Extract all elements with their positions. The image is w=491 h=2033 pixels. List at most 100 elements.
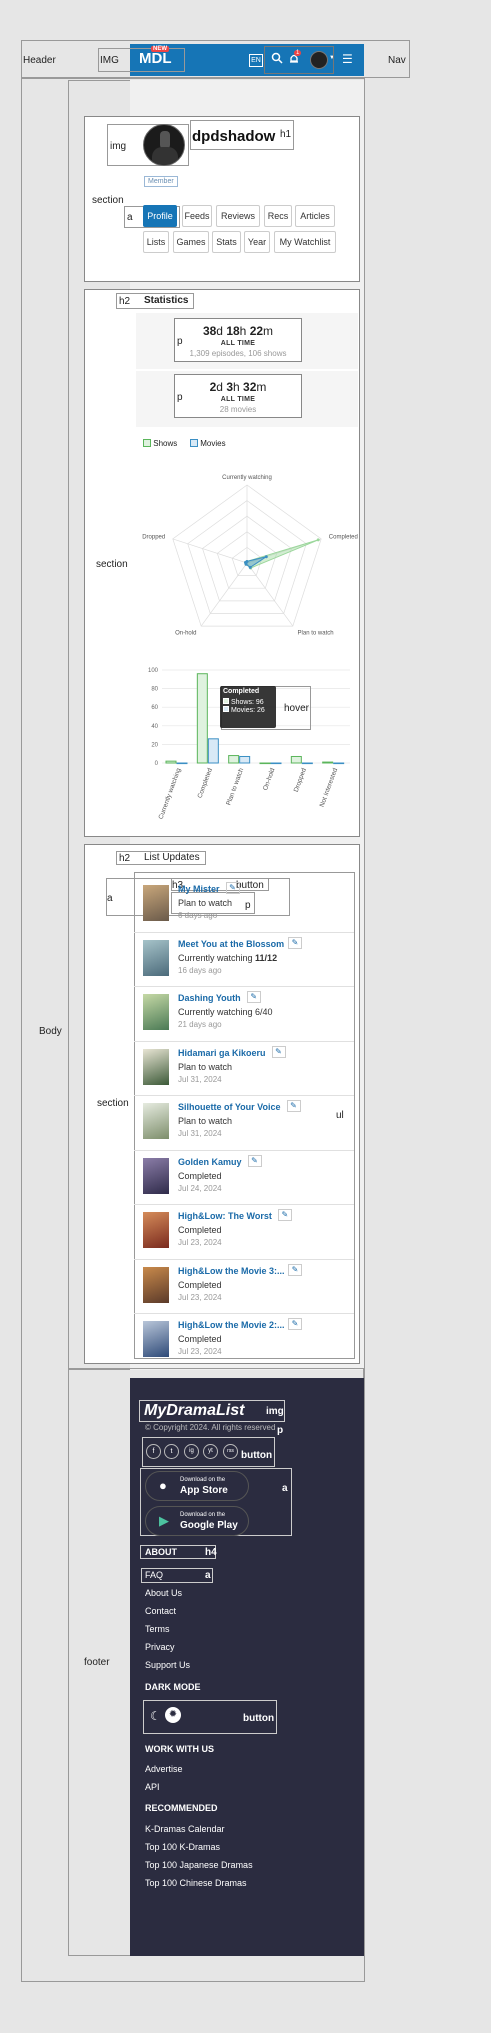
tab-year[interactable]: Year <box>244 231 270 253</box>
sun-toggle-icon[interactable]: ✹ <box>165 1707 181 1723</box>
youtube-icon[interactable]: yt <box>203 1444 218 1459</box>
language-button[interactable]: EN <box>249 54 263 67</box>
poster-thumbnail[interactable] <box>143 885 169 921</box>
list-item[interactable]: High&Low the Movie 3:... ✎ Completed Jul 23… <box>140 1262 352 1312</box>
p-label-shows: p <box>177 336 183 347</box>
item-status: Plan to watch <box>178 898 232 908</box>
list-item[interactable]: High&Low: The Worst ✎ Completed Jul 23, 202… <box>140 1207 352 1257</box>
item-title-link[interactable]: Golden Kamuy <box>178 1157 242 1167</box>
footer-link-top100-kdramas[interactable]: Top 100 K-Dramas <box>145 1842 220 1852</box>
list-item[interactable]: My Mister ✎ Plan to watch 6 days ago <box>140 880 352 930</box>
poster-thumbnail[interactable] <box>143 1103 169 1139</box>
img-avatar-label: img <box>110 141 127 152</box>
radar-axis-label: Currently watching <box>222 475 272 481</box>
poster-thumbnail[interactable] <box>143 1049 169 1085</box>
edit-pencil-icon[interactable]: ✎ <box>288 1318 302 1330</box>
rss-icon[interactable]: rss <box>223 1444 238 1459</box>
edit-pencil-icon[interactable]: ✎ <box>286 1100 301 1112</box>
tab-profile[interactable]: Profile <box>143 205 177 227</box>
legend-shows[interactable]: Shows <box>143 439 177 448</box>
legend-movies[interactable]: Movies <box>190 439 226 448</box>
edit-pencil-icon[interactable]: ✎ <box>288 937 302 949</box>
footer-link-api[interactable]: API <box>145 1782 160 1792</box>
googleplay-big: Google Play <box>180 1520 238 1531</box>
poster-thumbnail[interactable] <box>143 940 169 976</box>
item-title-link[interactable]: Silhouette of Your Voice <box>178 1102 281 1112</box>
menu-icon[interactable]: ☰ <box>342 52 353 66</box>
edit-pencil-icon[interactable]: ✎ <box>246 991 261 1003</box>
list-item[interactable]: Dashing Youth ✎ Currently watching 6/40 21 … <box>140 989 352 1039</box>
footer-link-support-us[interactable]: Support Us <box>145 1660 190 1670</box>
shows-days: 38 <box>202 324 217 338</box>
edit-pencil-icon[interactable]: ✎ <box>247 1155 262 1167</box>
tab-stats[interactable]: Stats <box>212 231 241 253</box>
footer-link-top100-chinese[interactable]: Top 100 Chinese Dramas <box>145 1878 247 1888</box>
bar-shows-1 <box>196 673 208 764</box>
footer-link-contact[interactable]: Contact <box>145 1606 176 1616</box>
apple-icon: ● <box>159 1478 167 1493</box>
darkmode-heading: DARK MODE <box>145 1682 201 1692</box>
bar-ytick-label: 80 <box>151 687 158 693</box>
item-title-link[interactable]: Hidamari ga Kikoeru <box>178 1048 266 1058</box>
poster-thumbnail[interactable] <box>143 1212 169 1248</box>
poster-thumbnail[interactable] <box>143 1321 169 1357</box>
footer-link-kdramas-calendar[interactable]: K-Dramas Calendar <box>145 1824 225 1834</box>
h2-stats-label: h2 <box>119 296 131 307</box>
list-item[interactable]: Golden Kamuy ✎ Completed Jul 24, 2024 <box>140 1153 352 1203</box>
item-status: Plan to watch <box>178 1062 232 1072</box>
tab-games[interactable]: Games <box>173 231 209 253</box>
poster-thumbnail[interactable] <box>143 994 169 1030</box>
edit-pencil-icon[interactable]: ✎ <box>288 1264 302 1276</box>
moon-icon[interactable]: ☾ <box>150 1709 161 1723</box>
twitter-icon[interactable]: t <box>164 1444 179 1459</box>
poster-thumbnail[interactable] <box>143 1267 169 1303</box>
radar-axis-label: Completed <box>329 534 358 540</box>
footer-link-terms[interactable]: Terms <box>145 1624 170 1634</box>
item-title-link[interactable]: Dashing Youth <box>178 993 241 1003</box>
shows-time-box: 38d 18h 22m ALL TIME 1,309 episodes, 106… <box>174 318 302 362</box>
item-title-link[interactable]: Meet You at the Blossom <box>178 939 284 949</box>
tab-lists[interactable]: Lists <box>143 231 169 253</box>
list-item[interactable]: Hidamari ga Kikoeru ✎ Plan to watch Jul 31,… <box>140 1044 352 1094</box>
item-title-link[interactable]: High&Low the Movie 2:... <box>178 1320 285 1330</box>
footer-brand[interactable]: MyDramaList <box>144 1402 244 1420</box>
movies-days: 2 <box>209 380 217 394</box>
list-item[interactable]: High&Low the Movie 2:... ✎ Completed Jul 23… <box>140 1316 352 1366</box>
list-item[interactable]: Silhouette of Your Voice ✎ Plan to watch Ju… <box>140 1098 352 1148</box>
tab-articles[interactable]: Articles <box>295 205 335 227</box>
radar-point <box>264 555 268 559</box>
edit-pencil-icon[interactable]: ✎ <box>225 882 240 894</box>
site-logo[interactable]: MDL NEW <box>139 46 179 70</box>
app-store-button[interactable]: ● Download on the App Store <box>145 1471 249 1501</box>
google-play-button[interactable]: ▶ Download on the Google Play <box>145 1506 249 1536</box>
movies-minutes: 32 <box>243 380 257 394</box>
item-title-link[interactable]: High&Low the Movie 3:... <box>178 1266 285 1276</box>
radar-chart: Currently watching Completed Plan to watch… <box>142 475 358 637</box>
bar-shows-0 <box>165 760 177 764</box>
footer-link-faq[interactable]: FAQ <box>145 1570 163 1580</box>
tab-my-watchlist[interactable]: My Watchlist <box>274 231 336 253</box>
edit-pencil-icon[interactable]: ✎ <box>271 1046 286 1058</box>
tab-recs[interactable]: Recs <box>264 205 292 227</box>
footer-link-about-us[interactable]: About Us <box>145 1588 182 1598</box>
bar-movies-4 <box>301 762 313 765</box>
tab-feeds[interactable]: Feeds <box>182 205 212 227</box>
edit-pencil-icon[interactable]: ✎ <box>277 1209 292 1221</box>
facebook-icon[interactable]: f <box>146 1444 161 1459</box>
updates-heading: List Updates <box>144 852 200 863</box>
item-title-link[interactable]: High&Low: The Worst <box>178 1211 272 1221</box>
footer-link-advertise[interactable]: Advertise <box>145 1764 183 1774</box>
instagram-icon[interactable]: ig <box>184 1444 199 1459</box>
list-item[interactable]: Meet You at the Blossom ✎ Currently watchi… <box>140 935 352 985</box>
bar-ytick-label: 40 <box>151 724 158 730</box>
item-status-text: Completed <box>178 1334 222 1344</box>
button-darkmode-label: button <box>243 1713 275 1724</box>
bar-movies-1 <box>207 738 219 764</box>
item-title-link[interactable]: My Mister <box>178 884 220 894</box>
footer-link-privacy[interactable]: Privacy <box>145 1642 175 1652</box>
footer-link-top100-japanese[interactable]: Top 100 Japanese Dramas <box>145 1860 253 1870</box>
tab-reviews[interactable]: Reviews <box>216 205 260 227</box>
radar-spoke <box>246 562 294 627</box>
item-status-text: Plan to watch <box>178 1062 233 1072</box>
poster-thumbnail[interactable] <box>143 1158 169 1194</box>
